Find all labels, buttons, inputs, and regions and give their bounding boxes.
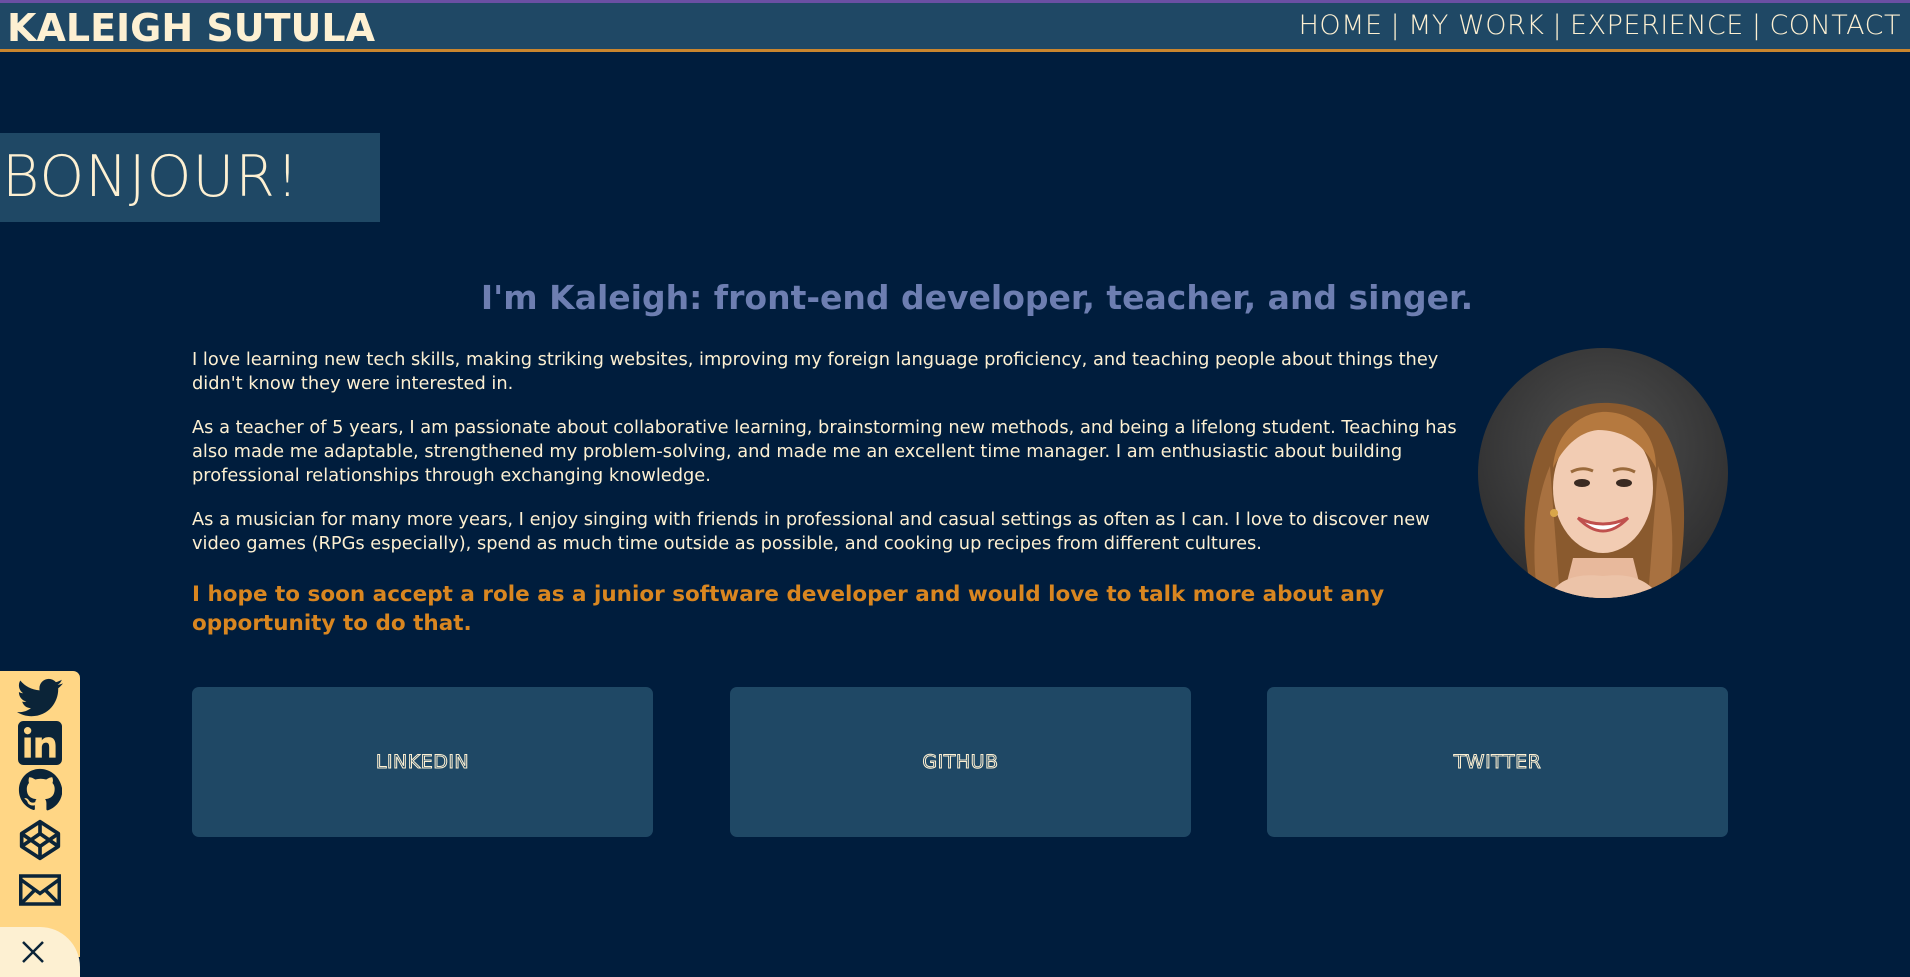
hero-greeting: BONJOUR!: [2, 144, 300, 210]
social-sidebar: [0, 671, 80, 957]
about-bio: I love learning new tech skills, making …: [192, 348, 1477, 576]
nav-experience-link[interactable]: EXPERIENCE: [1570, 10, 1744, 41]
nav-separator: |: [1552, 10, 1563, 41]
portrait-illustration: [1524, 402, 1685, 598]
profile-photo: [1478, 348, 1728, 598]
linkedin-card-label: LINKEDIN: [375, 751, 470, 774]
nav-home-link[interactable]: HOME: [1299, 10, 1383, 41]
github-card-label: GITHUB: [922, 751, 999, 774]
about-tagline: I'm Kaleigh: front-end developer, teache…: [480, 278, 1474, 317]
bio-paragraph: As a teacher of 5 years, I am passionate…: [192, 417, 1457, 486]
linkedin-icon[interactable]: [16, 721, 64, 765]
github-card[interactable]: GITHUB: [730, 687, 1191, 837]
career-goal: I hope to soon accept a role as a junior…: [192, 582, 1385, 636]
site-brand[interactable]: KALEIGH SUTULA: [7, 6, 375, 50]
bio-paragraph: As a musician for many more years, I enj…: [192, 509, 1430, 554]
nav-my-work-link[interactable]: MY WORK: [1408, 10, 1544, 41]
nav-separator: |: [1751, 10, 1762, 41]
linkedin-card[interactable]: LINKEDIN: [192, 687, 653, 837]
twitter-icon[interactable]: [16, 676, 64, 720]
nav-contact-link[interactable]: CONTACT: [1769, 10, 1901, 41]
close-icon: [22, 941, 44, 963]
top-nav-bar: KALEIGH SUTULA HOME | MY WORK | EXPERIEN…: [0, 0, 1910, 52]
bio-paragraph: I love learning new tech skills, making …: [192, 349, 1439, 394]
github-icon[interactable]: [16, 768, 64, 812]
codepen-icon[interactable]: [16, 818, 64, 862]
twitter-card[interactable]: TWITTER: [1267, 687, 1728, 837]
twitter-card-label: TWITTER: [1453, 751, 1542, 774]
mail-icon[interactable]: [16, 868, 64, 912]
nav-separator: |: [1390, 10, 1401, 41]
hero-banner: BONJOUR!: [0, 133, 380, 222]
main-nav: HOME | MY WORK | EXPERIENCE | CONTACT: [1299, 10, 1901, 41]
